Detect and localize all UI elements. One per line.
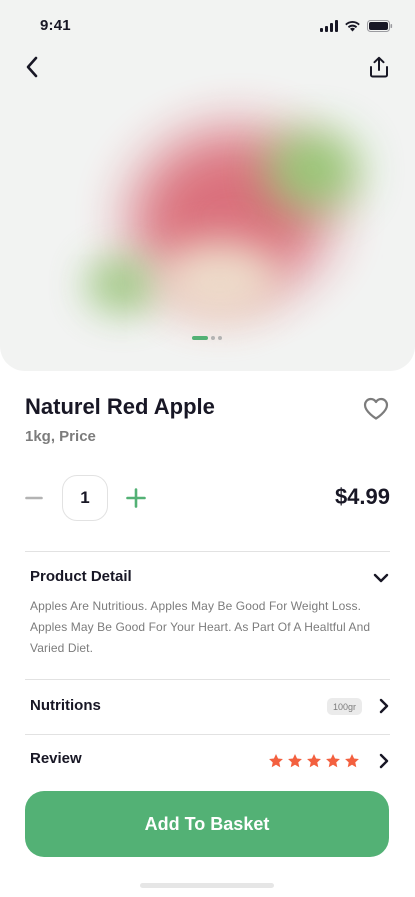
battery-icon (367, 20, 393, 32)
carousel-dot[interactable] (211, 336, 215, 340)
star-icon (269, 754, 283, 768)
add-to-basket-button[interactable]: Add To Basket (25, 791, 389, 857)
product-image-carousel[interactable]: 9:41 (0, 0, 415, 371)
increase-quantity-button[interactable] (125, 483, 147, 513)
star-icon (288, 754, 302, 768)
carousel-dot[interactable] (218, 336, 222, 340)
product-image-leaf-2 (85, 255, 160, 315)
status-icons (320, 20, 393, 32)
review-rating-stars (268, 753, 360, 769)
decrease-quantity-button[interactable] (25, 483, 45, 513)
quantity-row: 1 $4.99 (25, 475, 390, 521)
home-indicator (140, 883, 274, 888)
minus-icon (25, 496, 43, 500)
product-detail-title: Product Detail (30, 568, 132, 585)
review-expand-button[interactable] (375, 752, 393, 770)
carousel-dot-active[interactable] (192, 336, 208, 340)
share-icon (370, 56, 388, 78)
product-name: Naturel Red Apple (25, 394, 215, 419)
status-time: 9:41 (40, 17, 71, 34)
heart-icon (363, 397, 389, 420)
chevron-down-icon (373, 573, 389, 583)
carousel-indicator (192, 336, 222, 340)
signal-icon (320, 20, 338, 32)
divider (25, 679, 390, 680)
product-detail-text: Apples Are Nutritious. Apples May Be Goo… (30, 599, 371, 655)
chevron-right-icon (379, 753, 389, 769)
favorite-button[interactable] (363, 397, 391, 423)
plus-icon (126, 488, 146, 508)
quantity-field[interactable]: 1 (62, 475, 108, 521)
share-button[interactable] (365, 53, 393, 81)
back-button[interactable] (18, 53, 46, 81)
product-detail-toggle[interactable] (372, 569, 390, 587)
nutritions-expand-button[interactable] (375, 697, 393, 715)
review-title[interactable]: Review (30, 750, 82, 767)
divider (25, 734, 390, 735)
divider (25, 551, 390, 552)
chevron-right-icon (379, 698, 389, 714)
chevron-left-icon (26, 56, 38, 78)
product-image-leaf (265, 130, 360, 210)
status-bar: 9:41 (0, 0, 415, 50)
wifi-icon (345, 20, 360, 32)
product-image-highlight (160, 240, 280, 320)
product-price: $4.99 (334, 484, 390, 509)
star-icon (345, 754, 359, 768)
product-detail-screen: 9:41 Naturel Red Apple 1kg, Price 1 $4.9… (0, 0, 415, 897)
nutritions-badge: 100gr (327, 698, 363, 715)
nutritions-title[interactable]: Nutritions (30, 697, 101, 714)
product-unit-price-label: 1kg, Price (25, 428, 96, 445)
star-icon (307, 754, 321, 768)
star-icon (326, 754, 340, 768)
